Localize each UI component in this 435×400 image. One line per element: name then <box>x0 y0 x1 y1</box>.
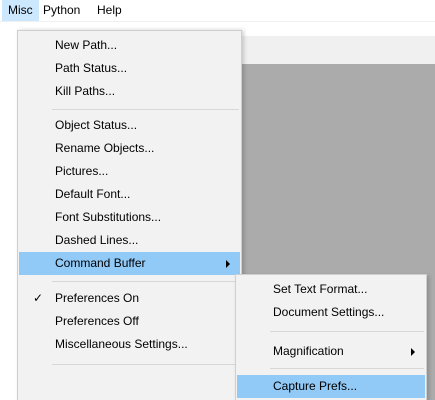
menu-item-preferences-on[interactable]: ✓ Preferences On <box>19 287 240 310</box>
menu-bar: Misc Python Help <box>0 0 435 22</box>
menu-item-new-path[interactable]: New Path... <box>19 34 240 57</box>
menu-item-magnification-label: Magnification <box>273 344 344 358</box>
checkmark-icon: ✓ <box>32 291 44 305</box>
menu-item-command-buffer-label: Command Buffer <box>55 256 146 270</box>
menu-separator <box>52 281 239 282</box>
command-buffer-submenu: Set Text Format... Document Settings... … <box>235 274 427 400</box>
menu-item-dashed-lines[interactable]: Dashed Lines... <box>19 229 240 252</box>
menu-separator <box>270 368 424 369</box>
menu-item-set-text-format[interactable]: Set Text Format... <box>237 278 425 301</box>
menu-item-magnification[interactable]: Magnification <box>237 340 425 363</box>
menu-item-preferences-off[interactable]: Preferences Off <box>19 310 240 333</box>
menubar-python[interactable]: Python <box>37 0 86 21</box>
menubar-help[interactable]: Help <box>91 0 128 21</box>
menu-item-document-settings[interactable]: Document Settings... <box>237 301 425 324</box>
menu-item-preferences-on-label: Preferences On <box>55 291 140 305</box>
menu-item-object-status[interactable]: Object Status... <box>19 114 240 137</box>
menu-separator <box>52 364 239 365</box>
menu-item-command-buffer[interactable]: Command Buffer <box>19 252 240 275</box>
menu-item-path-status[interactable]: Path Status... <box>19 57 240 80</box>
chevron-right-icon <box>411 348 415 356</box>
menu-item-pictures[interactable]: Pictures... <box>19 160 240 183</box>
menu-item-font-substitutions[interactable]: Font Substitutions... <box>19 206 240 229</box>
menu-separator <box>52 109 239 110</box>
menu-item-kill-paths[interactable]: Kill Paths... <box>19 80 240 103</box>
document-toolbar <box>242 36 435 65</box>
menu-separator <box>270 331 424 332</box>
menubar-misc[interactable]: Misc <box>2 0 39 21</box>
menu-item-miscellaneous-settings[interactable]: Miscellaneous Settings... <box>19 333 240 356</box>
app-window: Misc Python Help New Path... Path Status… <box>0 0 435 400</box>
misc-menu: New Path... Path Status... Kill Paths...… <box>17 30 242 400</box>
menu-item-capture-prefs[interactable]: Capture Prefs... <box>237 375 425 398</box>
chevron-right-icon <box>226 260 230 268</box>
menu-item-rename-objects[interactable]: Rename Objects... <box>19 137 240 160</box>
menu-item-default-font[interactable]: Default Font... <box>19 183 240 206</box>
